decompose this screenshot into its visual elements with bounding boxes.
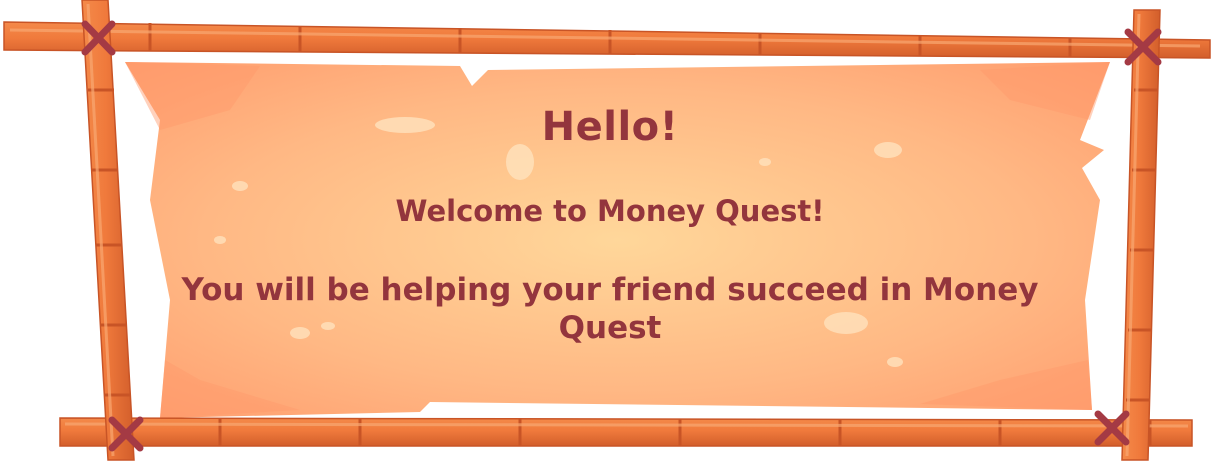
intro-message: You will be helping your friend succeed … (181, 272, 1039, 346)
bamboo-parchment-frame (3, 0, 1211, 461)
bamboo-pole-bottom (59, 417, 1193, 447)
bamboo-pole-top (3, 21, 1211, 59)
welcome-sign: Hello! Welcome to Money Quest! You will … (0, 0, 1227, 462)
bamboo-pole-left (81, 0, 135, 461)
greeting-heading: Hello! (541, 104, 679, 150)
bamboo-pole-right (1121, 9, 1161, 461)
welcome-text: Welcome to Money Quest! (395, 194, 825, 228)
